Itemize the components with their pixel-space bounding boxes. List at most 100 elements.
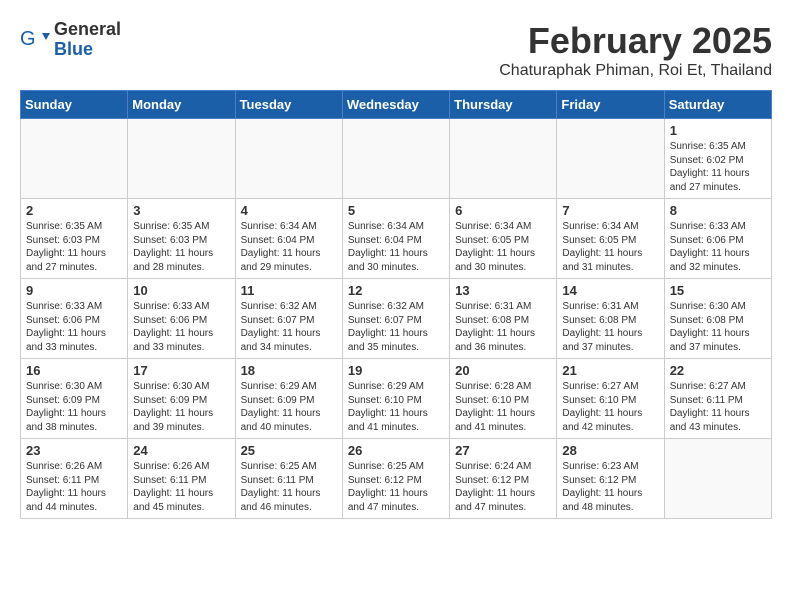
day-number: 1 <box>670 123 766 138</box>
calendar-cell: 1 Sunrise: 6:35 AM Sunset: 6:02 PM Daylig… <box>664 119 771 199</box>
day-info: Sunrise: 6:25 AM Sunset: 6:11 PM Dayligh… <box>241 460 337 514</box>
col-monday: Monday <box>128 91 235 119</box>
logo-general: General <box>54 20 121 40</box>
day-info: Sunrise: 6:25 AM Sunset: 6:12 PM Dayligh… <box>348 460 444 514</box>
day-number: 27 <box>455 443 551 458</box>
day-number: 17 <box>133 363 229 378</box>
day-number: 24 <box>133 443 229 458</box>
header-row: Sunday Monday Tuesday Wednesday Thursday… <box>21 91 772 119</box>
day-info: Sunrise: 6:35 AM Sunset: 6:02 PM Dayligh… <box>670 140 766 194</box>
col-thursday: Thursday <box>450 91 557 119</box>
day-info: Sunrise: 6:32 AM Sunset: 6:07 PM Dayligh… <box>241 300 337 354</box>
calendar-cell: 20 Sunrise: 6:28 AM Sunset: 6:10 PM Dayli… <box>450 359 557 439</box>
calendar-cell: 21 Sunrise: 6:27 AM Sunset: 6:10 PM Dayli… <box>557 359 664 439</box>
calendar-week-4: 16 Sunrise: 6:30 AM Sunset: 6:09 PM Dayli… <box>21 359 772 439</box>
calendar-cell: 13Sunrise: 6:31 AM Sunset: 6:08 PM Dayli… <box>450 279 557 359</box>
calendar-cell: 22 Sunrise: 6:27 AM Sunset: 6:11 PM Dayli… <box>664 359 771 439</box>
day-number: 12 <box>348 283 444 298</box>
calendar-cell: 18 Sunrise: 6:29 AM Sunset: 6:09 PM Dayli… <box>235 359 342 439</box>
day-info: Sunrise: 6:31 AM Sunset: 6:08 PM Dayligh… <box>455 300 551 354</box>
day-number: 26 <box>348 443 444 458</box>
calendar-cell <box>128 119 235 199</box>
day-number: 22 <box>670 363 766 378</box>
day-info: Sunrise: 6:32 AM Sunset: 6:07 PM Dayligh… <box>348 300 444 354</box>
calendar-cell: 11 Sunrise: 6:32 AM Sunset: 6:07 PM Dayli… <box>235 279 342 359</box>
day-info: Sunrise: 6:30 AM Sunset: 6:09 PM Dayligh… <box>133 380 229 434</box>
calendar-cell: 8 Sunrise: 6:33 AM Sunset: 6:06 PM Daylig… <box>664 199 771 279</box>
day-info: Sunrise: 6:30 AM Sunset: 6:08 PM Dayligh… <box>670 300 766 354</box>
calendar-header: Sunday Monday Tuesday Wednesday Thursday… <box>21 91 772 119</box>
day-info: Sunrise: 6:29 AM Sunset: 6:09 PM Dayligh… <box>241 380 337 434</box>
day-info: Sunrise: 6:33 AM Sunset: 6:06 PM Dayligh… <box>133 300 229 354</box>
day-number: 18 <box>241 363 337 378</box>
calendar-cell: 16 Sunrise: 6:30 AM Sunset: 6:09 PM Dayli… <box>21 359 128 439</box>
day-info: Sunrise: 6:28 AM Sunset: 6:10 PM Dayligh… <box>455 380 551 434</box>
day-info: Sunrise: 6:34 AM Sunset: 6:05 PM Dayligh… <box>455 220 551 274</box>
day-info: Sunrise: 6:34 AM Sunset: 6:04 PM Dayligh… <box>348 220 444 274</box>
calendar-cell: 14Sunrise: 6:31 AM Sunset: 6:08 PM Dayli… <box>557 279 664 359</box>
col-tuesday: Tuesday <box>235 91 342 119</box>
calendar-cell: 28 Sunrise: 6:23 AM Sunset: 6:12 PM Dayli… <box>557 439 664 519</box>
calendar-cell <box>21 119 128 199</box>
day-number: 28 <box>562 443 658 458</box>
day-info: Sunrise: 6:23 AM Sunset: 6:12 PM Dayligh… <box>562 460 658 514</box>
day-info: Sunrise: 6:34 AM Sunset: 6:04 PM Dayligh… <box>241 220 337 274</box>
day-info: Sunrise: 6:29 AM Sunset: 6:10 PM Dayligh… <box>348 380 444 434</box>
calendar-week-1: 1 Sunrise: 6:35 AM Sunset: 6:02 PM Daylig… <box>21 119 772 199</box>
calendar-cell: 9 Sunrise: 6:33 AM Sunset: 6:06 PM Daylig… <box>21 279 128 359</box>
day-info: Sunrise: 6:33 AM Sunset: 6:06 PM Dayligh… <box>26 300 122 354</box>
day-number: 5 <box>348 203 444 218</box>
calendar-cell: 6 Sunrise: 6:34 AM Sunset: 6:05 PM Daylig… <box>450 199 557 279</box>
day-number: 3 <box>133 203 229 218</box>
col-friday: Friday <box>557 91 664 119</box>
day-number: 21 <box>562 363 658 378</box>
col-saturday: Saturday <box>664 91 771 119</box>
calendar-cell: 12 Sunrise: 6:32 AM Sunset: 6:07 PM Dayli… <box>342 279 449 359</box>
day-number: 14 <box>562 283 658 298</box>
calendar-body: 1 Sunrise: 6:35 AM Sunset: 6:02 PM Daylig… <box>21 119 772 519</box>
logo: G General Blue <box>20 20 121 60</box>
calendar-cell: 5 Sunrise: 6:34 AM Sunset: 6:04 PM Daylig… <box>342 199 449 279</box>
day-number: 9 <box>26 283 122 298</box>
day-info: Sunrise: 6:30 AM Sunset: 6:09 PM Dayligh… <box>26 380 122 434</box>
page-header: G General Blue February 2025 Chaturaphak… <box>20 20 772 80</box>
calendar-cell: 3 Sunrise: 6:35 AM Sunset: 6:03 PM Daylig… <box>128 199 235 279</box>
logo-icon: G <box>20 25 50 55</box>
day-number: 8 <box>670 203 766 218</box>
calendar-subtitle: Chaturaphak Phiman, Roi Et, Thailand <box>499 62 772 80</box>
col-wednesday: Wednesday <box>342 91 449 119</box>
calendar-cell <box>557 119 664 199</box>
day-info: Sunrise: 6:33 AM Sunset: 6:06 PM Dayligh… <box>670 220 766 274</box>
day-info: Sunrise: 6:27 AM Sunset: 6:10 PM Dayligh… <box>562 380 658 434</box>
day-info: Sunrise: 6:35 AM Sunset: 6:03 PM Dayligh… <box>26 220 122 274</box>
day-number: 7 <box>562 203 658 218</box>
day-number: 20 <box>455 363 551 378</box>
day-info: Sunrise: 6:27 AM Sunset: 6:11 PM Dayligh… <box>670 380 766 434</box>
day-info: Sunrise: 6:35 AM Sunset: 6:03 PM Dayligh… <box>133 220 229 274</box>
calendar-cell: 7 Sunrise: 6:34 AM Sunset: 6:05 PM Daylig… <box>557 199 664 279</box>
day-number: 15 <box>670 283 766 298</box>
calendar-cell: 25 Sunrise: 6:25 AM Sunset: 6:11 PM Dayli… <box>235 439 342 519</box>
day-info: Sunrise: 6:24 AM Sunset: 6:12 PM Dayligh… <box>455 460 551 514</box>
day-number: 6 <box>455 203 551 218</box>
day-number: 25 <box>241 443 337 458</box>
col-sunday: Sunday <box>21 91 128 119</box>
calendar-cell: 15 Sunrise: 6:30 AM Sunset: 6:08 PM Dayli… <box>664 279 771 359</box>
calendar-title: February 2025 <box>499 20 772 62</box>
logo-blue: Blue <box>54 40 121 60</box>
calendar-week-5: 23 Sunrise: 6:26 AM Sunset: 6:11 PM Dayli… <box>21 439 772 519</box>
calendar-cell <box>450 119 557 199</box>
calendar-cell: 10Sunrise: 6:33 AM Sunset: 6:06 PM Dayli… <box>128 279 235 359</box>
day-number: 23 <box>26 443 122 458</box>
day-info: Sunrise: 6:34 AM Sunset: 6:05 PM Dayligh… <box>562 220 658 274</box>
day-number: 19 <box>348 363 444 378</box>
day-number: 16 <box>26 363 122 378</box>
day-number: 11 <box>241 283 337 298</box>
calendar-cell: 26 Sunrise: 6:25 AM Sunset: 6:12 PM Dayli… <box>342 439 449 519</box>
title-block: February 2025 Chaturaphak Phiman, Roi Et… <box>499 20 772 80</box>
calendar-cell <box>664 439 771 519</box>
day-info: Sunrise: 6:26 AM Sunset: 6:11 PM Dayligh… <box>26 460 122 514</box>
calendar-cell: 17 Sunrise: 6:30 AM Sunset: 6:09 PM Dayli… <box>128 359 235 439</box>
calendar-cell: 23 Sunrise: 6:26 AM Sunset: 6:11 PM Dayli… <box>21 439 128 519</box>
day-number: 4 <box>241 203 337 218</box>
